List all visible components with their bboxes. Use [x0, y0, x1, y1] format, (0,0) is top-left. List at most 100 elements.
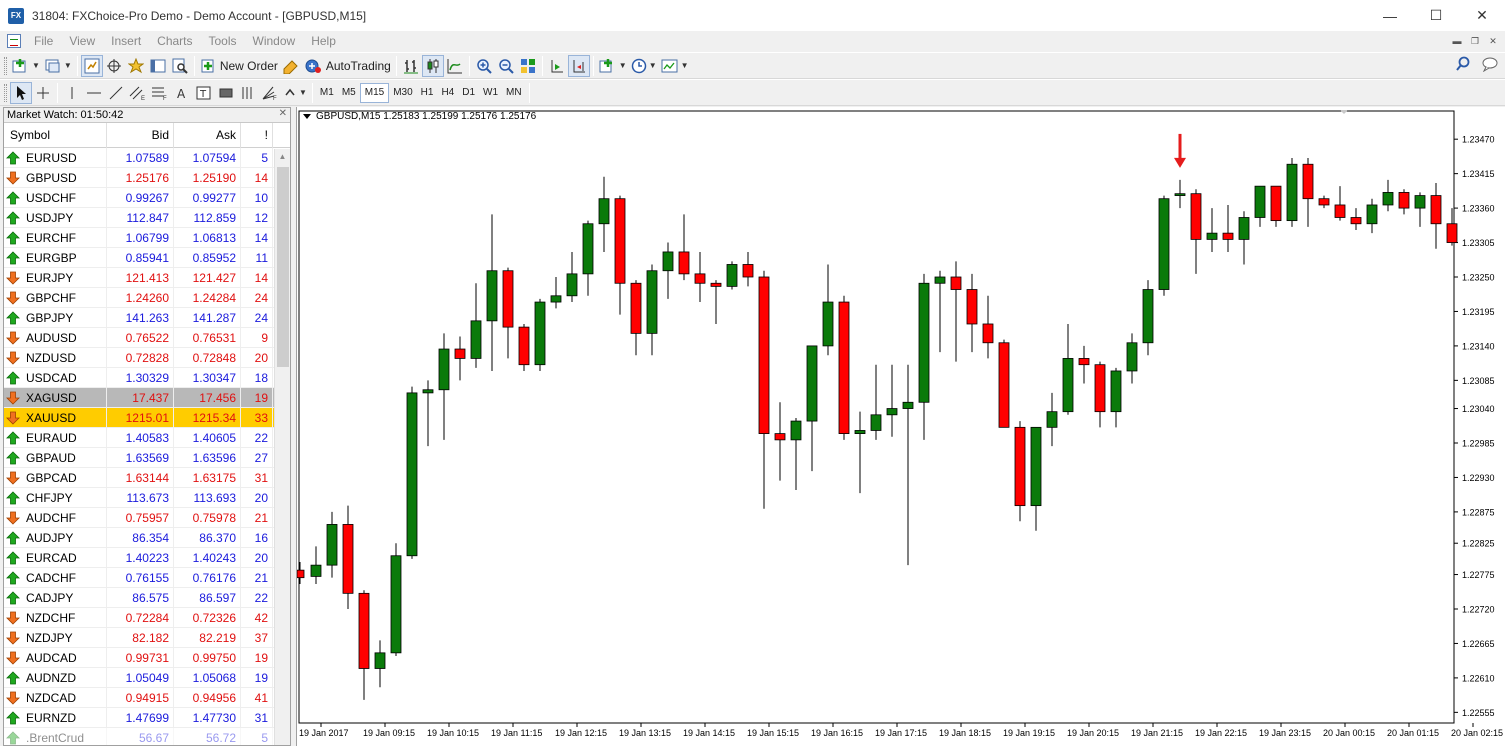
symbol-row-nzdchf[interactable]: NZDCHF 0.72284 0.72326 42 [4, 607, 290, 628]
bar-chart-button[interactable] [400, 55, 422, 77]
tile-windows-button[interactable] [517, 55, 539, 77]
scrollbar-thumb[interactable] [277, 167, 289, 367]
symbol-row-eurcad[interactable]: EURCAD 1.40223 1.40243 20 [4, 547, 290, 568]
timeframe-h1[interactable]: H1 [417, 83, 438, 103]
symbol-row-chfjpy[interactable]: CHFJPY 113.673 113.693 20 [4, 487, 290, 508]
text-button[interactable]: A [171, 82, 193, 104]
timeframe-m15[interactable]: M15 [359, 82, 390, 103]
symbol-row-cadjpy[interactable]: CADJPY 86.575 86.597 22 [4, 587, 290, 608]
new-order-button[interactable]: New Order [198, 55, 280, 77]
indicators-button[interactable]: ▼ [597, 55, 629, 77]
timeframe-w1[interactable]: W1 [479, 83, 502, 103]
cursor-button[interactable] [10, 81, 32, 104]
minimize-icon[interactable]: — [1367, 0, 1413, 31]
templates-button[interactable]: ▼ [659, 55, 691, 77]
profiles-button[interactable]: ▼ [42, 55, 74, 77]
symbol-row-brentcrud[interactable]: .BrentCrud 56.67 56.72 5 [4, 727, 290, 745]
menu-charts[interactable]: Charts [149, 31, 200, 51]
horizontal-line-button[interactable] [83, 82, 105, 104]
chart-shift-button[interactable] [546, 55, 568, 77]
symbol-row-gbpusd[interactable]: GBPUSD 1.25176 1.25190 14 [4, 167, 290, 188]
column-header-symbol[interactable]: Symbol [4, 122, 107, 148]
strategy-tester-button[interactable] [169, 55, 191, 77]
crosshair-button[interactable] [32, 82, 54, 104]
symbol-row-usdjpy[interactable]: USDJPY 112.847 112.859 12 [4, 207, 290, 228]
vertical-line-button[interactable] [61, 82, 83, 104]
terminal-button[interactable] [147, 55, 169, 77]
symbol-row-audchf[interactable]: AUDCHF 0.75957 0.75978 21 [4, 507, 290, 528]
child-restore-icon[interactable]: ❐ [1467, 33, 1483, 49]
line-chart-button[interactable] [444, 55, 466, 77]
zoom-in-button[interactable] [473, 55, 495, 77]
new-chart-button[interactable]: ▼ [10, 55, 42, 77]
scroll-up-icon[interactable]: ▲ [275, 149, 290, 165]
search-icon[interactable] [1455, 56, 1471, 75]
symbol-row-xauusd[interactable]: XAUUSD 1215.01 1215.34 33 [4, 407, 290, 428]
periods-button[interactable]: ▼ [629, 55, 659, 77]
symbol-row-gbpjpy[interactable]: GBPJPY 141.263 141.287 24 [4, 307, 290, 328]
symbol-row-nzdjpy[interactable]: NZDJPY 82.182 82.219 37 [4, 627, 290, 648]
candlestick-chart-button[interactable] [421, 54, 444, 77]
symbol-row-gbpchf[interactable]: GBPCHF 1.24260 1.24284 24 [4, 287, 290, 308]
metaeditor-button[interactable] [280, 55, 302, 77]
symbol-row-audjpy[interactable]: AUDJPY 86.354 86.370 16 [4, 527, 290, 548]
menu-help[interactable]: Help [303, 31, 344, 51]
child-minimize-icon[interactable]: ▬ [1449, 33, 1465, 49]
arrows-button[interactable]: ▼ [281, 82, 309, 104]
symbol-row-eurusd[interactable]: EURUSD 1.07589 1.07594 5 [4, 147, 290, 168]
zoom-out-button[interactable] [495, 55, 517, 77]
close-icon[interactable]: ✕ [1459, 0, 1505, 31]
auto-scroll-button[interactable] [567, 54, 590, 77]
symbol-row-usdcad[interactable]: USDCAD 1.30329 1.30347 18 [4, 367, 290, 388]
symbol-row-euraud[interactable]: EURAUD 1.40583 1.40605 22 [4, 427, 290, 448]
fibonacci-button[interactable]: F [149, 82, 171, 104]
menu-file[interactable]: File [26, 31, 61, 51]
symbol-row-usdchf[interactable]: USDCHF 0.99267 0.99277 10 [4, 187, 290, 208]
timeframe-h4[interactable]: H4 [437, 83, 458, 103]
symbol-row-audcad[interactable]: AUDCAD 0.99731 0.99750 19 [4, 647, 290, 668]
timeframe-m30[interactable]: M30 [389, 83, 416, 103]
menu-window[interactable]: Window [245, 31, 304, 51]
menu-view[interactable]: View [61, 31, 103, 51]
navigator-button[interactable] [125, 55, 147, 77]
text-label-button[interactable]: T [193, 82, 215, 104]
data-window-button[interactable] [103, 55, 125, 77]
symbol-row-eurchf[interactable]: EURCHF 1.06799 1.06813 14 [4, 227, 290, 248]
timeframe-d1[interactable]: D1 [458, 83, 479, 103]
panel-close-icon[interactable]: ✕ [279, 108, 287, 119]
chart-document-icon[interactable] [7, 34, 21, 48]
column-header-ask[interactable]: Ask [174, 122, 241, 148]
trendline-button[interactable] [105, 82, 127, 104]
chart-window[interactable]: 1.23470 1.23415 1.23360 1.23305 1.23250 1.231… [296, 107, 1505, 746]
symbol-row-nzdusd[interactable]: NZDUSD 0.72828 0.72848 20 [4, 347, 290, 368]
toolbar-grip[interactable] [4, 83, 7, 102]
toolbar-grip[interactable] [4, 56, 7, 75]
column-header-bid[interactable]: Bid [107, 122, 174, 148]
symbol-row-audnzd[interactable]: AUDNZD 1.05049 1.05068 19 [4, 667, 290, 688]
column-header-spread[interactable]: ! [241, 122, 273, 148]
symbol-row-cadchf[interactable]: CADCHF 0.76155 0.76176 21 [4, 567, 290, 588]
symbol-row-nzdcad[interactable]: NZDCAD 0.94915 0.94956 41 [4, 687, 290, 708]
fibonacci-fan-button[interactable]: F [259, 82, 281, 104]
chat-icon[interactable] [1481, 56, 1499, 75]
symbol-row-xagusd[interactable]: XAGUSD 17.437 17.456 19 [4, 387, 290, 408]
market-watch-scrollbar[interactable]: ▲ [274, 149, 290, 745]
maximize-icon[interactable]: ☐ [1413, 0, 1459, 31]
symbol-row-eurnzd[interactable]: EURNZD 1.47699 1.47730 31 [4, 707, 290, 728]
child-close-icon[interactable]: ✕ [1485, 33, 1501, 49]
candlestick-chart[interactable]: 1.23470 1.23415 1.23360 1.23305 1.23250 1.231… [297, 107, 1505, 746]
timeframe-m5[interactable]: M5 [338, 83, 360, 103]
menu-insert[interactable]: Insert [103, 31, 149, 51]
timeframe-mn[interactable]: MN [502, 83, 526, 103]
equidistant-channel-button[interactable]: E [127, 82, 149, 104]
symbol-row-gbpaud[interactable]: GBPAUD 1.63569 1.63596 27 [4, 447, 290, 468]
timeframe-m1[interactable]: M1 [316, 83, 338, 103]
symbol-row-eurjpy[interactable]: EURJPY 121.413 121.427 14 [4, 267, 290, 288]
market-watch-toggle-button[interactable] [80, 54, 103, 77]
autotrading-button[interactable]: AutoTrading [302, 55, 393, 77]
period-separator-button[interactable] [237, 82, 259, 104]
rectangle-button[interactable] [215, 82, 237, 104]
menu-tools[interactable]: Tools [201, 31, 245, 51]
symbol-row-eurgbp[interactable]: EURGBP 0.85941 0.85952 11 [4, 247, 290, 268]
symbol-row-gbpcad[interactable]: GBPCAD 1.63144 1.63175 31 [4, 467, 290, 488]
